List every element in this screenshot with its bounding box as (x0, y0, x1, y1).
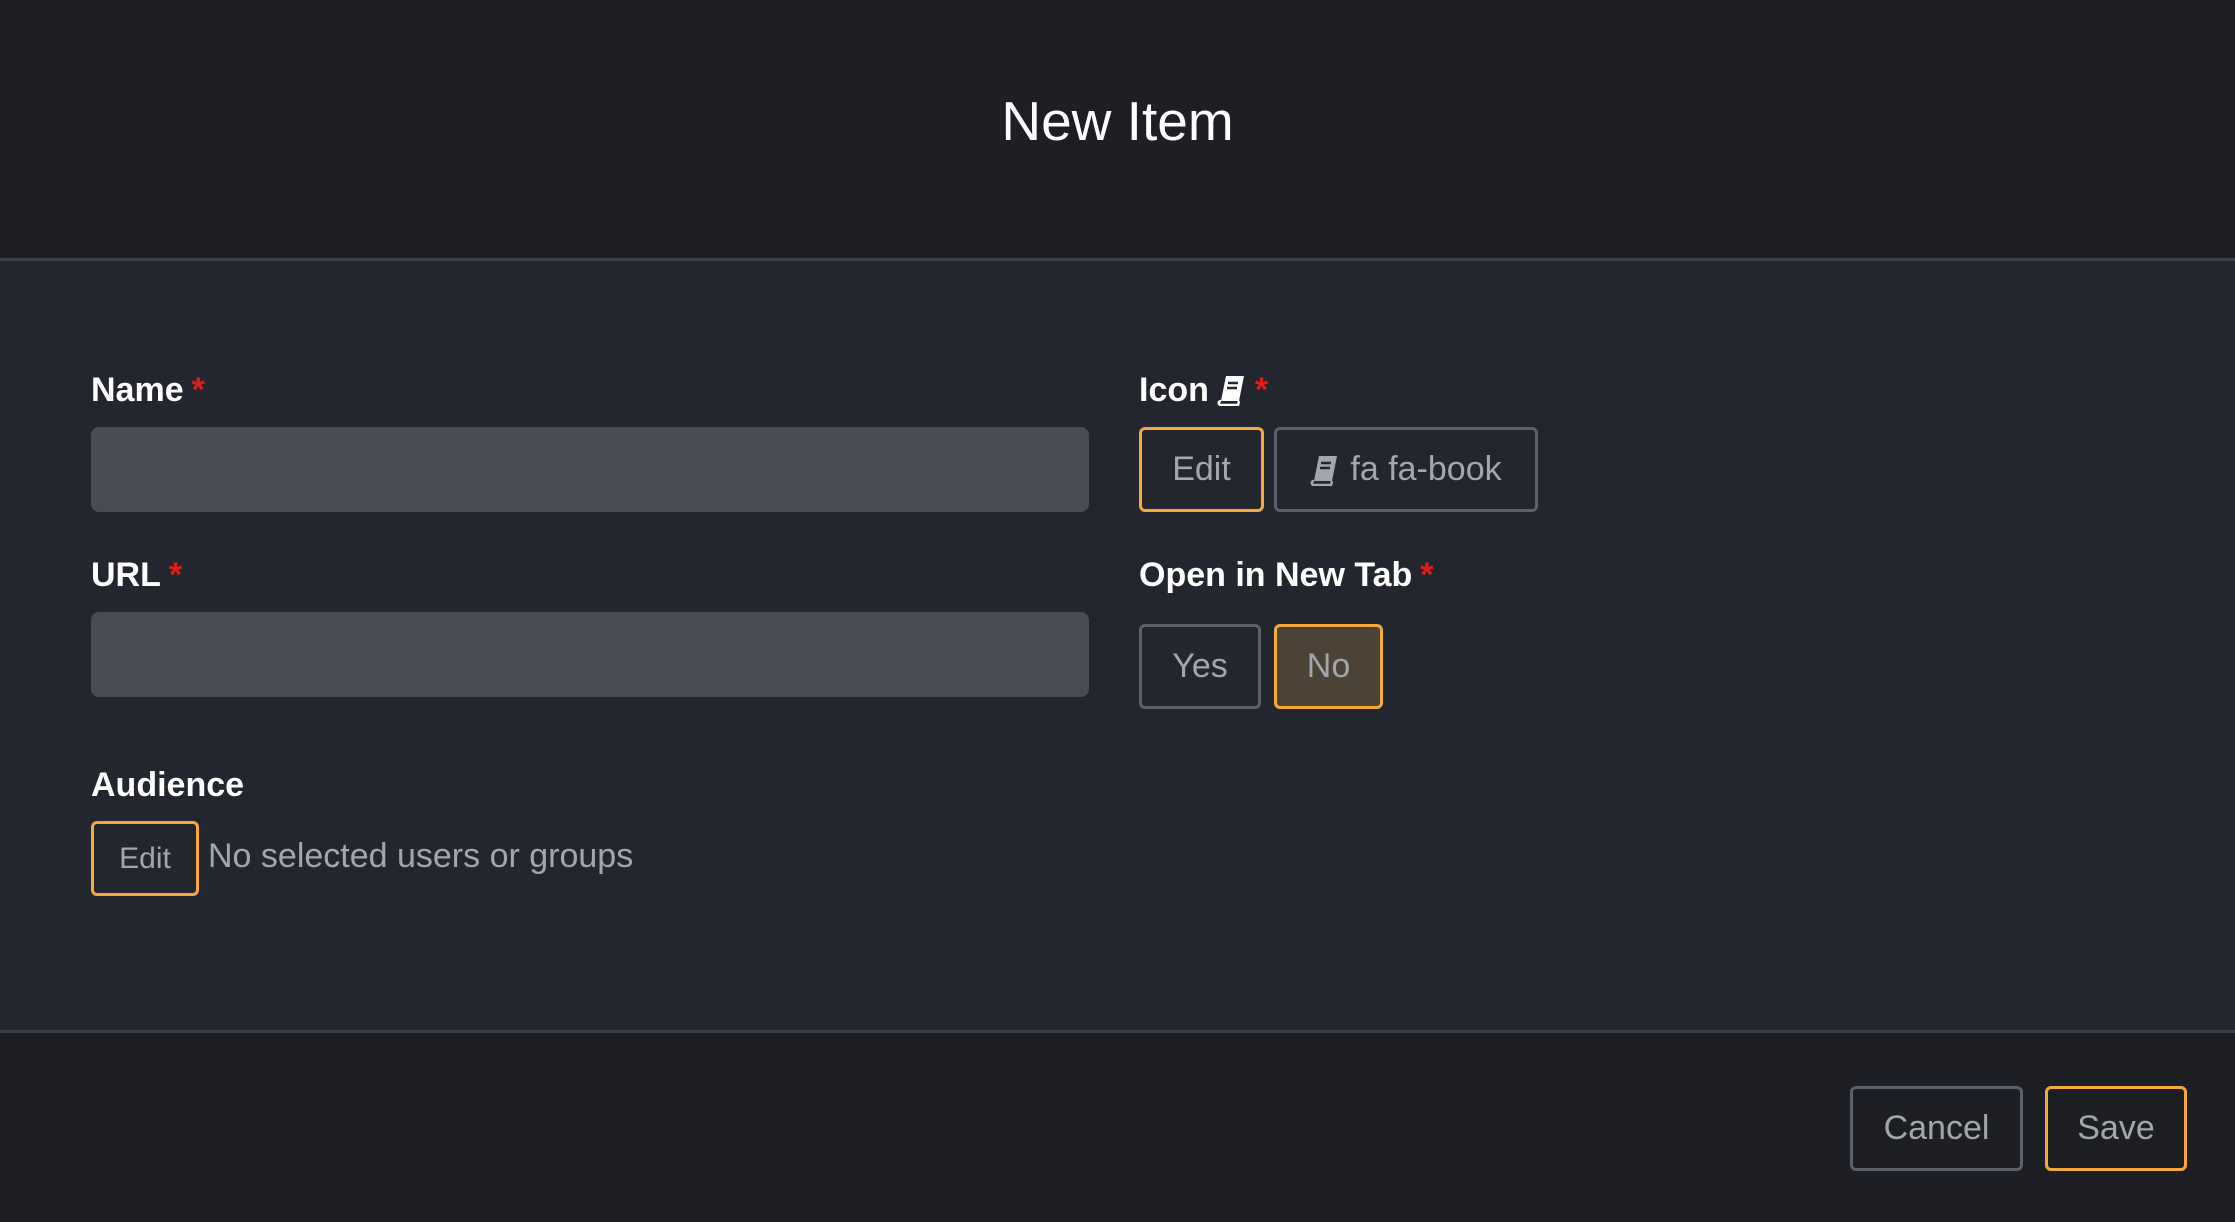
open-in-new-tab-label-text: Open in New Tab (1139, 555, 1413, 594)
icon-value-button[interactable]: fa fa-book (1274, 427, 1538, 512)
url-label: URL * (91, 550, 182, 600)
name-label: Name * (91, 365, 205, 415)
open-in-new-tab-yes-button[interactable]: Yes (1139, 624, 1261, 709)
open-in-new-tab-label: Open in New Tab * (1139, 550, 1434, 600)
book-icon (1217, 374, 1247, 406)
icon-required-mark: * (1254, 370, 1269, 409)
url-required-mark: * (168, 555, 183, 594)
open-in-new-tab-no-button[interactable]: No (1274, 624, 1383, 709)
open-in-new-tab-required-mark: * (1420, 555, 1434, 594)
modal-body: Name * URL * Icon * Edit fa fa-book Open… (0, 261, 2235, 1033)
audience-label: Audience (91, 760, 244, 810)
name-required-mark: * (191, 370, 205, 409)
save-button[interactable]: Save (2045, 1086, 2187, 1171)
url-label-text: URL (91, 555, 161, 594)
book-icon (1310, 454, 1340, 486)
name-input[interactable] (91, 427, 1089, 512)
modal-header: New Item (0, 0, 2235, 261)
modal-footer: Cancel Save (0, 1033, 2235, 1222)
modal-title: New Item (1001, 90, 1234, 152)
new-item-modal: New Item Name * URL * Icon * Edit fa fa-… (0, 0, 2235, 1222)
icon-label: Icon * (1139, 365, 1268, 415)
audience-label-text: Audience (91, 765, 245, 804)
cancel-button[interactable]: Cancel (1850, 1086, 2023, 1171)
icon-edit-button[interactable]: Edit (1139, 427, 1264, 512)
audience-summary: No selected users or groups (208, 837, 634, 875)
icon-label-text: Icon (1139, 370, 1209, 409)
name-label-text: Name (91, 370, 184, 409)
url-input[interactable] (91, 612, 1089, 697)
icon-value-text: fa fa-book (1350, 450, 1502, 488)
audience-edit-button[interactable]: Edit (91, 821, 199, 896)
